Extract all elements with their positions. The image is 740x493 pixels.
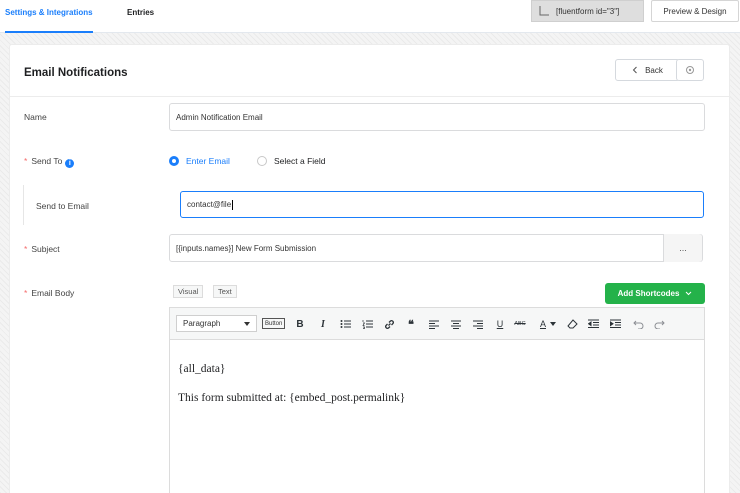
email-notification-card: Email Notifications Back Name Admin Noti… — [9, 44, 730, 493]
required-marker: * — [24, 156, 28, 166]
align-center-button[interactable] — [449, 317, 463, 331]
bullet-list-button[interactable] — [338, 317, 352, 331]
insert-button-tool[interactable]: Button — [262, 318, 286, 329]
align-left-button[interactable] — [427, 317, 441, 331]
redo-button[interactable] — [652, 317, 666, 331]
name-input-value: Admin Notification Email — [176, 112, 263, 122]
back-button-label: Back — [645, 65, 663, 75]
bullet-list-icon — [340, 320, 351, 328]
numbered-list-icon — [361, 320, 373, 329]
align-right-button[interactable] — [471, 317, 485, 331]
send-to-email-label: Send to Email — [36, 201, 89, 211]
subject-label: * Subject — [24, 244, 60, 254]
preview-design-button[interactable]: Preview & Design — [651, 0, 739, 22]
add-shortcodes-label: Add Shortcodes — [617, 289, 680, 298]
radio-enter-email-label: Enter Email — [186, 156, 230, 166]
shortcode-copy-box[interactable]: [fluentform id="3"] — [531, 0, 644, 22]
indent-icon — [609, 319, 621, 328]
undo-button[interactable] — [631, 317, 645, 331]
link-button[interactable] — [382, 317, 396, 331]
italic-button[interactable]: I — [316, 317, 330, 331]
required-marker: * — [24, 244, 28, 254]
text-caret — [232, 199, 234, 210]
add-shortcodes-button[interactable]: Add Shortcodes — [605, 283, 705, 304]
rich-text-editor: Paragraph Button B I ❝ U ABC A {all_data… — [169, 307, 705, 493]
format-select-value: Paragraph — [183, 319, 221, 328]
caret-down-icon — [550, 322, 556, 326]
editor-line: {all_data} — [178, 363, 226, 375]
text-color-dropdown[interactable] — [549, 317, 557, 331]
tab-settings-integrations[interactable]: Settings & Integrations — [5, 0, 93, 33]
top-bar: Settings & Integrations Entries [fluentf… — [0, 0, 740, 33]
chevron-left-icon — [632, 66, 637, 74]
subject-input-value: [{inputs.names}] New Form Submission — [176, 243, 317, 253]
nested-field-indicator — [23, 185, 24, 225]
radio-select-field[interactable]: Select a Field — [257, 156, 326, 166]
tab-text[interactable]: Text — [213, 285, 237, 298]
send-to-email-value: contact@file — [187, 200, 232, 209]
link-icon — [384, 319, 394, 329]
radio-enter-email[interactable]: Enter Email — [169, 156, 230, 166]
paragraph-format-select[interactable]: Paragraph — [176, 315, 257, 332]
editor-toolbar: Paragraph Button B I ❝ U ABC A — [170, 308, 704, 340]
send-to-label: * Send To i — [24, 156, 75, 168]
shortcode-text: [fluentform id="3"] — [556, 6, 620, 16]
required-marker: * — [24, 288, 28, 298]
redo-icon — [654, 320, 665, 329]
info-icon[interactable]: i — [65, 159, 75, 168]
send-to-label-text: Send To — [31, 156, 63, 166]
outdent-icon — [587, 319, 599, 328]
copy-icon — [539, 6, 549, 16]
radio-unchecked-icon — [257, 156, 267, 166]
editor-content[interactable]: {all_data} This form submitted at: {embe… — [178, 355, 405, 413]
numbered-list-button[interactable] — [360, 317, 374, 331]
caret-down-icon — [244, 322, 250, 326]
align-left-icon — [429, 320, 439, 329]
settings-button[interactable] — [676, 59, 704, 81]
email-body-label-text: Email Body — [31, 288, 75, 298]
eraser-icon — [566, 319, 578, 329]
align-center-icon — [451, 320, 461, 329]
undo-icon — [632, 320, 643, 329]
subject-shortcode-button[interactable]: ... — [663, 234, 702, 262]
underline-button[interactable]: U — [493, 317, 507, 331]
editor-line: This form submitted at: {embed_post.perm… — [178, 392, 406, 404]
radio-select-field-label: Select a Field — [274, 156, 326, 166]
subject-input[interactable]: [{inputs.names}] New Form Submission — [169, 234, 703, 262]
gear-icon — [686, 66, 694, 74]
header-divider — [10, 96, 729, 97]
subject-label-text: Subject — [31, 244, 60, 254]
send-to-email-input[interactable]: contact@file — [180, 191, 704, 218]
tab-visual[interactable]: Visual — [173, 285, 204, 298]
text-color-button[interactable]: A — [536, 317, 550, 331]
strikethrough-button[interactable]: ABC — [513, 317, 527, 331]
radio-checked-icon — [169, 156, 179, 166]
back-button[interactable]: Back — [615, 59, 680, 81]
email-body-label: * Email Body — [24, 288, 74, 298]
clear-formatting-button[interactable] — [565, 317, 579, 331]
bold-button[interactable]: B — [293, 317, 307, 331]
tab-entries[interactable]: Entries — [127, 0, 154, 33]
outdent-button[interactable] — [586, 317, 600, 331]
blockquote-button[interactable]: ❝ — [404, 317, 418, 331]
indent-button[interactable] — [608, 317, 622, 331]
name-label: Name — [24, 112, 47, 122]
chevron-down-icon — [686, 291, 692, 296]
name-input[interactable]: Admin Notification Email — [169, 103, 705, 131]
align-right-icon — [473, 320, 483, 329]
page-title: Email Notifications — [24, 67, 128, 79]
